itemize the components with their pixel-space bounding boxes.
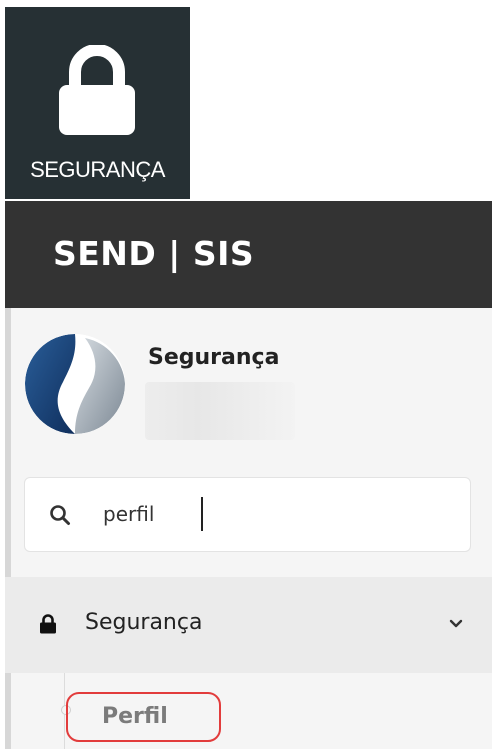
submenu-item-label: Perfil [102,704,168,729]
sidebar: Segurança Segurança Perfil [5,308,492,749]
text-caret [201,497,203,531]
top-header: SEND | SIS [5,201,492,308]
security-tile[interactable]: SEGURANÇA [5,7,190,199]
profile-title: Segurança [148,345,280,370]
sidebar-edge [5,308,11,749]
profile-subtitle-blurred [145,382,295,440]
search-box[interactable] [24,477,471,552]
chevron-down-icon[interactable] [449,617,463,629]
menu-group-label: Segurança [85,610,203,635]
logo-avatar-graphic [25,334,125,434]
brand-title: SEND | SIS [53,234,255,273]
menu-group-seguranca[interactable]: Segurança [5,577,492,673]
lock-icon [57,44,137,137]
search-input[interactable] [103,496,443,532]
lock-icon [39,614,57,634]
search-icon [49,504,71,526]
submenu-item-perfil[interactable]: Perfil [66,692,221,742]
avatar [25,334,125,434]
security-tile-label: SEGURANÇA [30,157,165,182]
